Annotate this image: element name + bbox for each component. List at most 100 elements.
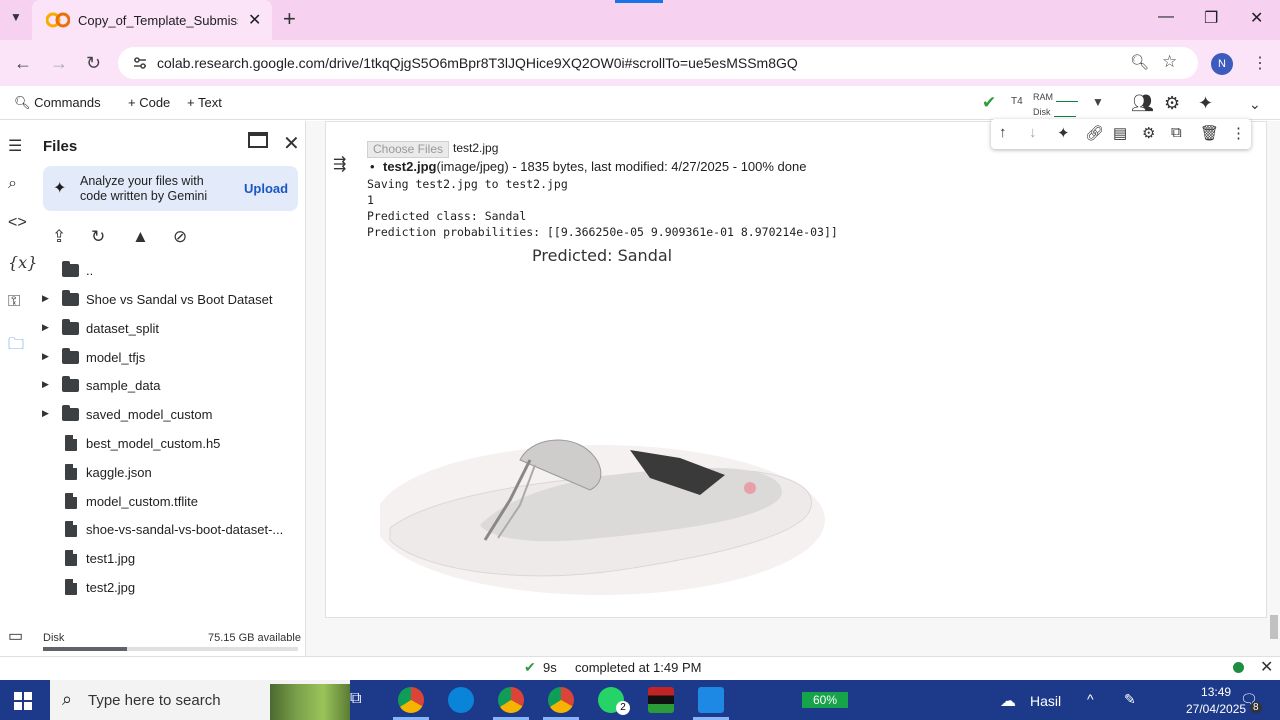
variables-icon[interactable]: {x} xyxy=(8,253,37,272)
expand-arrow-icon[interactable]: ▶ xyxy=(42,322,49,333)
tree-file-row[interactable]: model_custom.tflite xyxy=(40,488,302,516)
find-icon[interactable]: ⌕ xyxy=(8,175,17,193)
commands-button[interactable]: 🔍︎ Commands xyxy=(14,95,101,111)
back-icon[interactable]: ← xyxy=(14,53,32,74)
expand-arrow-icon[interactable]: ▶ xyxy=(42,379,49,390)
profile-avatar[interactable]: N xyxy=(1211,53,1233,75)
open-in-window-icon[interactable] xyxy=(248,132,268,148)
mount-drive-icon[interactable]: ▲ xyxy=(132,227,149,247)
taskbar-app-icon[interactable] xyxy=(648,687,674,713)
edge-app-icon[interactable] xyxy=(448,687,474,713)
file-icon xyxy=(65,492,77,509)
hide-files-icon[interactable]: ⊘ xyxy=(173,227,187,247)
tray-expand-icon[interactable]: ^ xyxy=(1087,691,1094,707)
chrome-profile2-app-icon[interactable] xyxy=(548,687,574,713)
commands-label: Commands xyxy=(34,95,101,110)
folder-icon xyxy=(62,261,79,277)
tree-file-row[interactable]: kaggle.json xyxy=(40,459,302,487)
chrome-app-icon[interactable] xyxy=(398,687,424,713)
weather-text[interactable]: Hasil xyxy=(1030,693,1061,709)
tree-file-row[interactable]: shoe-vs-sandal-vs-boot-dataset-... xyxy=(40,516,302,544)
mirror-cell-icon[interactable]: ⧉ xyxy=(1171,124,1182,141)
refresh-icon[interactable]: ↻ xyxy=(91,227,105,247)
ram-disk-indicator[interactable]: RAM Disk xyxy=(1033,90,1078,120)
windows-start-icon[interactable] xyxy=(14,692,32,710)
photos-app-icon[interactable] xyxy=(698,687,724,713)
file-icon xyxy=(65,435,77,451)
pen-icon[interactable]: ✎ xyxy=(1124,691,1136,708)
folder-icon xyxy=(62,290,79,306)
tab-title: Copy_of_Template_Submission xyxy=(78,13,238,28)
weather-icon[interactable]: ☁ xyxy=(1000,691,1016,711)
add-code-button[interactable]: + Code xyxy=(128,95,170,110)
taskbar-search-box[interactable]: ⌕ Type here to search xyxy=(50,680,350,720)
omnibox[interactable]: colab.research.google.com/drive/1tkqQjgS… xyxy=(118,47,1198,79)
bookmark-star-icon[interactable]: ☆ xyxy=(1162,52,1177,72)
table-of-contents-icon[interactable]: ☰ xyxy=(8,136,22,156)
cell-settings-icon[interactable]: ⚙ xyxy=(1142,124,1155,142)
runtime-dropdown-icon[interactable]: ▼ xyxy=(1092,95,1104,109)
tree-folder-row[interactable]: ▶ dataset_split xyxy=(40,315,302,343)
collapse-chevron-icon[interactable]: ⌄ xyxy=(1249,96,1261,113)
browser-menu-icon[interactable]: ⋮ xyxy=(1252,53,1268,73)
tree-folder-row[interactable]: ▶ Shoe vs Sandal vs Boot Dataset xyxy=(40,286,302,314)
task-view-icon[interactable]: ⧉ xyxy=(350,690,361,708)
restore-button[interactable]: ❐ xyxy=(1204,8,1218,28)
code-snippets-icon[interactable]: <> xyxy=(8,214,27,232)
comment-icon[interactable]: ▤ xyxy=(1113,124,1127,142)
tree-row-parent[interactable]: .. xyxy=(40,257,302,285)
tree-file-row[interactable]: test1.jpg xyxy=(40,545,302,573)
files-close-icon[interactable]: ✕ xyxy=(283,131,300,156)
share-people-icon[interactable]: 👥︎ xyxy=(1131,93,1154,114)
settings-gear-icon[interactable]: ⚙ xyxy=(1164,93,1180,114)
tree-label: kaggle.json xyxy=(86,464,152,480)
files-title: Files xyxy=(43,138,78,155)
gemini-cell-icon[interactable]: ✦ xyxy=(1057,124,1070,142)
link-icon[interactable]: 🔗︎ xyxy=(1085,124,1104,142)
tree-label: model_tfjs xyxy=(86,349,146,365)
battery-indicator[interactable]: 60% xyxy=(802,692,848,708)
browser-tab[interactable]: Copy_of_Template_Submission ✕ xyxy=(32,0,272,40)
notebook-scrollbar[interactable] xyxy=(1270,615,1278,639)
secrets-key-icon[interactable]: ⚿ xyxy=(8,293,20,311)
files-folder-icon[interactable]: 🗀︎ xyxy=(8,333,24,360)
zoom-icon[interactable]: 🔍︎ xyxy=(1130,53,1149,71)
tab-search-dropdown-icon[interactable]: ▼ xyxy=(10,10,22,24)
tab-close-icon[interactable]: ✕ xyxy=(248,10,261,30)
cell-more-icon[interactable]: ⋮ xyxy=(1231,124,1246,142)
file-icon xyxy=(65,463,77,480)
runtime-status-dot[interactable] xyxy=(1233,662,1244,673)
new-tab-button[interactable]: + xyxy=(283,6,296,32)
forward-icon[interactable]: → xyxy=(50,53,68,74)
chrome-profile-app-icon[interactable] xyxy=(498,687,524,713)
tree-folder-row[interactable]: ▶ model_tfjs xyxy=(40,344,302,372)
taskbar-clock[interactable]: 13:49 27/04/2025 xyxy=(1186,684,1246,718)
gemini-upload-button[interactable]: Upload xyxy=(244,181,288,196)
disk-label: Disk xyxy=(1033,107,1051,117)
add-text-button[interactable]: + Text xyxy=(187,95,222,110)
site-info-icon[interactable] xyxy=(132,55,148,71)
upload-detail: (image/jpeg) - 1835 bytes, last modified… xyxy=(436,159,807,174)
tree-folder-row[interactable]: ▶ saved_model_custom xyxy=(40,401,302,429)
terminal-icon[interactable]: ▭ xyxy=(8,626,23,646)
move-up-icon[interactable]: ↑ xyxy=(999,124,1007,141)
status-close-icon[interactable]: ✕ xyxy=(1260,657,1273,677)
tree-folder-row[interactable]: ▶ sample_data xyxy=(40,372,302,400)
expand-arrow-icon[interactable]: ▶ xyxy=(42,408,49,419)
runtime-type[interactable]: T4 xyxy=(1011,96,1023,107)
tree-file-row[interactable]: test2.jpg xyxy=(40,574,302,602)
minimize-button[interactable]: — xyxy=(1158,8,1174,26)
expand-arrow-icon[interactable]: ▶ xyxy=(42,351,49,362)
choose-files-button[interactable]: Choose Files xyxy=(367,141,449,158)
upload-filename: test2.jpg xyxy=(383,159,437,174)
tree-file-row[interactable]: best_model_custom.h5 xyxy=(40,430,302,458)
expand-arrow-icon[interactable]: ▶ xyxy=(42,293,49,304)
gemini-spark-icon[interactable]: ✦ xyxy=(1198,93,1213,114)
reload-icon[interactable]: ↻ xyxy=(86,53,101,74)
output-actions-icon[interactable]: ⇶ xyxy=(333,154,346,174)
folder-icon xyxy=(62,347,79,364)
upload-file-icon[interactable]: ⇪ xyxy=(52,227,66,247)
window-close-button[interactable]: ✕ xyxy=(1250,8,1263,28)
move-down-icon[interactable]: ↓ xyxy=(1029,124,1037,141)
delete-icon[interactable]: 🗑︎ xyxy=(1200,124,1219,142)
